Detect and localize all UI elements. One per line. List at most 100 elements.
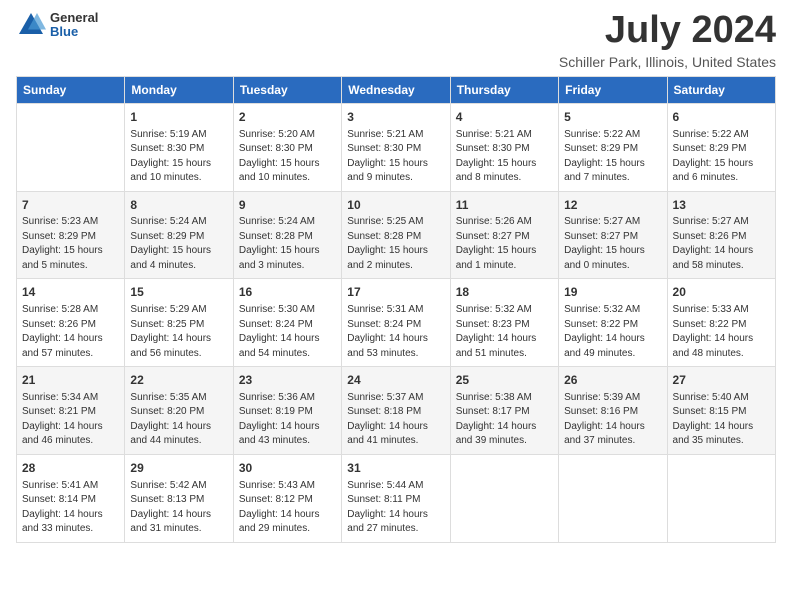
day-info: Sunrise: 5:19 AM Sunset: 8:30 PM Dayligh… bbox=[130, 128, 227, 186]
day-info: Sunrise: 5:20 AM Sunset: 8:30 PM Dayligh… bbox=[239, 128, 336, 186]
calendar-cell: 1 Sunrise: 5:19 AM Sunset: 8:30 PM Daylig… bbox=[125, 103, 233, 191]
calendar-cell: 3 Sunrise: 5:21 AM Sunset: 8:30 PM Daylig… bbox=[342, 103, 450, 191]
day-number: 30 bbox=[239, 460, 336, 477]
day-number: 6 bbox=[673, 109, 770, 126]
calendar-cell: 11Sunrise: 5:26 AM Sunset: 8:27 PM Dayli… bbox=[450, 191, 558, 279]
day-number: 17 bbox=[347, 284, 444, 301]
calendar-cell: 12Sunrise: 5:27 AM Sunset: 8:27 PM Dayli… bbox=[559, 191, 667, 279]
day-info: Sunrise: 5:34 AM Sunset: 8:21 PM Dayligh… bbox=[22, 391, 119, 449]
day-number: 18 bbox=[456, 284, 553, 301]
day-number: 29 bbox=[130, 460, 227, 477]
day-info: Sunrise: 5:22 AM Sunset: 8:29 PM Dayligh… bbox=[564, 128, 661, 186]
header-day-saturday: Saturday bbox=[667, 76, 775, 103]
calendar-cell: 16 Sunrise: 5:30 AM Sunset: 8:24 PM Dayli… bbox=[233, 279, 341, 367]
day-info: Sunrise: 5:29 AM Sunset: 8:25 PM Dayligh… bbox=[130, 303, 227, 361]
day-number: 31 bbox=[347, 460, 444, 477]
day-number: 27 bbox=[673, 372, 770, 389]
calendar-cell: 2 Sunrise: 5:20 AM Sunset: 8:30 PM Daylig… bbox=[233, 103, 341, 191]
day-number: 16 bbox=[239, 284, 336, 301]
day-number: 12 bbox=[564, 197, 661, 214]
day-info: Sunrise: 5:43 AM Sunset: 8:12 PM Dayligh… bbox=[239, 479, 336, 537]
day-info: Sunrise: 5:32 AM Sunset: 8:23 PM Dayligh… bbox=[456, 303, 553, 361]
day-number: 28 bbox=[22, 460, 119, 477]
day-number: 8 bbox=[130, 197, 227, 214]
calendar-cell: 31 Sunrise: 5:44 AM Sunset: 8:11 PM Dayli… bbox=[342, 454, 450, 542]
calendar-cell: 22Sunrise: 5:35 AM Sunset: 8:20 PM Dayli… bbox=[125, 367, 233, 455]
calendar-cell: 17 Sunrise: 5:31 AM Sunset: 8:24 PM Dayli… bbox=[342, 279, 450, 367]
day-info: Sunrise: 5:23 AM Sunset: 8:29 PM Dayligh… bbox=[22, 215, 119, 273]
calendar-cell: 6 Sunrise: 5:22 AM Sunset: 8:29 PM Daylig… bbox=[667, 103, 775, 191]
calendar-cell: 14 Sunrise: 5:28 AM Sunset: 8:26 PM Dayli… bbox=[17, 279, 125, 367]
logo: General Blue bbox=[16, 10, 98, 40]
day-number: 5 bbox=[564, 109, 661, 126]
day-info: Sunrise: 5:31 AM Sunset: 8:24 PM Dayligh… bbox=[347, 303, 444, 361]
header-row: SundayMondayTuesdayWednesdayThursdayFrid… bbox=[17, 76, 776, 103]
day-info: Sunrise: 5:42 AM Sunset: 8:13 PM Dayligh… bbox=[130, 479, 227, 537]
day-number: 24 bbox=[347, 372, 444, 389]
day-info: Sunrise: 5:24 AM Sunset: 8:28 PM Dayligh… bbox=[239, 215, 336, 273]
calendar-cell: 30 Sunrise: 5:43 AM Sunset: 8:12 PM Dayli… bbox=[233, 454, 341, 542]
logo-icon bbox=[16, 10, 46, 40]
header-day-sunday: Sunday bbox=[17, 76, 125, 103]
day-info: Sunrise: 5:44 AM Sunset: 8:11 PM Dayligh… bbox=[347, 479, 444, 537]
calendar-cell: 28Sunrise: 5:41 AM Sunset: 8:14 PM Dayli… bbox=[17, 454, 125, 542]
day-info: Sunrise: 5:37 AM Sunset: 8:18 PM Dayligh… bbox=[347, 391, 444, 449]
calendar-cell: 18 Sunrise: 5:32 AM Sunset: 8:23 PM Dayli… bbox=[450, 279, 558, 367]
day-info: Sunrise: 5:25 AM Sunset: 8:28 PM Dayligh… bbox=[347, 215, 444, 273]
day-info: Sunrise: 5:39 AM Sunset: 8:16 PM Dayligh… bbox=[564, 391, 661, 449]
main-title: July 2024 bbox=[559, 10, 776, 52]
day-info: Sunrise: 5:22 AM Sunset: 8:29 PM Dayligh… bbox=[673, 128, 770, 186]
logo-blue: Blue bbox=[50, 25, 98, 39]
calendar-cell: 23 Sunrise: 5:36 AM Sunset: 8:19 PM Dayli… bbox=[233, 367, 341, 455]
calendar-cell: 10Sunrise: 5:25 AM Sunset: 8:28 PM Dayli… bbox=[342, 191, 450, 279]
day-number: 23 bbox=[239, 372, 336, 389]
day-number: 7 bbox=[22, 197, 119, 214]
logo-general: General bbox=[50, 11, 98, 25]
day-info: Sunrise: 5:36 AM Sunset: 8:19 PM Dayligh… bbox=[239, 391, 336, 449]
calendar-cell: 8Sunrise: 5:24 AM Sunset: 8:29 PM Daylig… bbox=[125, 191, 233, 279]
day-info: Sunrise: 5:32 AM Sunset: 8:22 PM Dayligh… bbox=[564, 303, 661, 361]
calendar-cell bbox=[17, 103, 125, 191]
header-day-wednesday: Wednesday bbox=[342, 76, 450, 103]
calendar-cell: 26 Sunrise: 5:39 AM Sunset: 8:16 PM Dayli… bbox=[559, 367, 667, 455]
day-number: 26 bbox=[564, 372, 661, 389]
day-info: Sunrise: 5:27 AM Sunset: 8:26 PM Dayligh… bbox=[673, 215, 770, 273]
calendar-cell bbox=[559, 454, 667, 542]
day-number: 3 bbox=[347, 109, 444, 126]
calendar-table: SundayMondayTuesdayWednesdayThursdayFrid… bbox=[16, 76, 776, 543]
calendar-cell bbox=[450, 454, 558, 542]
week-row-3: 14 Sunrise: 5:28 AM Sunset: 8:26 PM Dayli… bbox=[17, 279, 776, 367]
calendar-body: 1 Sunrise: 5:19 AM Sunset: 8:30 PM Daylig… bbox=[17, 103, 776, 542]
day-number: 14 bbox=[22, 284, 119, 301]
week-row-2: 7Sunrise: 5:23 AM Sunset: 8:29 PM Daylig… bbox=[17, 191, 776, 279]
day-info: Sunrise: 5:28 AM Sunset: 8:26 PM Dayligh… bbox=[22, 303, 119, 361]
calendar-cell: 27Sunrise: 5:40 AM Sunset: 8:15 PM Dayli… bbox=[667, 367, 775, 455]
header-day-thursday: Thursday bbox=[450, 76, 558, 103]
day-number: 1 bbox=[130, 109, 227, 126]
calendar-cell bbox=[667, 454, 775, 542]
calendar-cell: 21 Sunrise: 5:34 AM Sunset: 8:21 PM Dayli… bbox=[17, 367, 125, 455]
day-info: Sunrise: 5:21 AM Sunset: 8:30 PM Dayligh… bbox=[347, 128, 444, 186]
day-info: Sunrise: 5:38 AM Sunset: 8:17 PM Dayligh… bbox=[456, 391, 553, 449]
calendar-cell: 29 Sunrise: 5:42 AM Sunset: 8:13 PM Dayli… bbox=[125, 454, 233, 542]
day-number: 2 bbox=[239, 109, 336, 126]
day-number: 9 bbox=[239, 197, 336, 214]
day-number: 20 bbox=[673, 284, 770, 301]
day-info: Sunrise: 5:33 AM Sunset: 8:22 PM Dayligh… bbox=[673, 303, 770, 361]
day-number: 25 bbox=[456, 372, 553, 389]
day-info: Sunrise: 5:30 AM Sunset: 8:24 PM Dayligh… bbox=[239, 303, 336, 361]
day-number: 21 bbox=[22, 372, 119, 389]
calendar-cell: 5 Sunrise: 5:22 AM Sunset: 8:29 PM Daylig… bbox=[559, 103, 667, 191]
header: General Blue July 2024 Schiller Park, Il… bbox=[16, 10, 776, 70]
day-info: Sunrise: 5:26 AM Sunset: 8:27 PM Dayligh… bbox=[456, 215, 553, 273]
title-area: July 2024 Schiller Park, Illinois, Unite… bbox=[559, 10, 776, 70]
day-number: 11 bbox=[456, 197, 553, 214]
calendar-cell: 25 Sunrise: 5:38 AM Sunset: 8:17 PM Dayli… bbox=[450, 367, 558, 455]
header-day-friday: Friday bbox=[559, 76, 667, 103]
calendar-cell: 4Sunrise: 5:21 AM Sunset: 8:30 PM Daylig… bbox=[450, 103, 558, 191]
day-info: Sunrise: 5:21 AM Sunset: 8:30 PM Dayligh… bbox=[456, 128, 553, 186]
header-day-tuesday: Tuesday bbox=[233, 76, 341, 103]
calendar-cell: 24 Sunrise: 5:37 AM Sunset: 8:18 PM Dayli… bbox=[342, 367, 450, 455]
day-number: 19 bbox=[564, 284, 661, 301]
day-number: 22 bbox=[130, 372, 227, 389]
